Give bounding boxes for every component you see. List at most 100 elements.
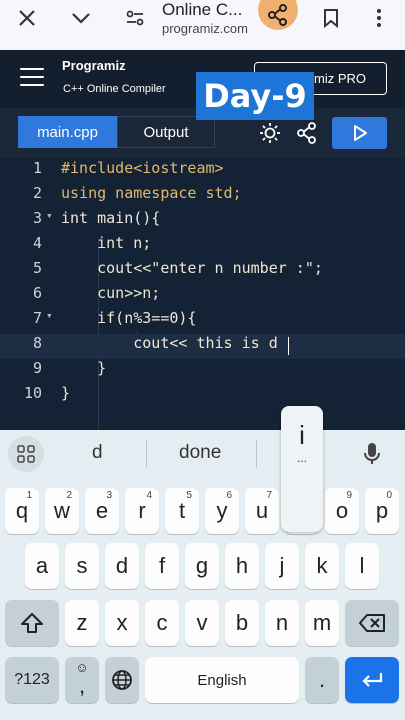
key-d[interactable]: d xyxy=(105,543,139,589)
divider xyxy=(146,440,147,468)
share-icon[interactable] xyxy=(258,0,298,30)
line-number: 7 xyxy=(32,309,42,327)
space-bar[interactable]: English xyxy=(145,657,299,703)
period-key[interactable]: . xyxy=(305,657,339,703)
line-number: 9 xyxy=(32,359,42,377)
tab-output[interactable]: Output xyxy=(117,116,215,148)
fold-icon[interactable]: ▾ xyxy=(46,209,53,222)
shift-icon xyxy=(21,613,43,633)
apps-grid-icon[interactable] xyxy=(8,436,44,472)
symbols-key[interactable]: ?123 xyxy=(5,657,59,703)
key-a[interactable]: a xyxy=(25,543,59,589)
key-hint: 3 xyxy=(106,490,112,501)
key-hint: 0 xyxy=(386,490,392,501)
enter-key[interactable] xyxy=(345,657,399,703)
run-button[interactable] xyxy=(332,117,387,149)
key-s[interactable]: s xyxy=(65,543,99,589)
key-q[interactable]: 1q xyxy=(5,488,39,534)
key-e[interactable]: 3e xyxy=(85,488,119,534)
code-line-active: 8 cout<< this is d xyxy=(0,334,405,359)
share-code-icon[interactable] xyxy=(292,117,322,149)
key-t[interactable]: 5t xyxy=(165,488,199,534)
language-key[interactable] xyxy=(105,657,139,703)
code-editor[interactable]: 1 #include<iostream> 2 using namespace s… xyxy=(0,158,405,458)
key-m[interactable]: m xyxy=(305,600,339,646)
day-badge: Day-9 xyxy=(196,72,314,120)
line-number: 10 xyxy=(23,384,42,402)
code-text: cun>>n; xyxy=(61,284,161,302)
code-line: 4 int n; xyxy=(0,234,405,259)
key-c[interactable]: c xyxy=(145,600,179,646)
line-number: 2 xyxy=(32,184,42,202)
key-hint: 4 xyxy=(146,490,152,501)
key-y[interactable]: 6y xyxy=(205,488,239,534)
key-n[interactable]: n xyxy=(265,600,299,646)
code-text: } xyxy=(61,384,71,402)
tab-main-cpp[interactable]: main.cpp xyxy=(18,116,117,148)
key-x[interactable]: x xyxy=(105,600,139,646)
line-number: 8 xyxy=(32,334,42,352)
comma-key[interactable]: ☺ , xyxy=(65,657,99,703)
theme-toggle-icon[interactable] xyxy=(255,117,285,149)
site-settings-icon[interactable] xyxy=(117,0,153,36)
key-label: q xyxy=(15,498,29,523)
menu-icon[interactable] xyxy=(20,68,44,86)
key-hint: 7 xyxy=(266,490,272,501)
key-g[interactable]: g xyxy=(185,543,219,589)
shift-key[interactable] xyxy=(5,600,59,646)
popup-more: ... xyxy=(296,451,307,465)
key-label: t xyxy=(178,498,186,523)
close-icon[interactable] xyxy=(9,0,45,36)
suggestion-strip: d done xyxy=(0,430,405,478)
line-number: 3 xyxy=(32,209,42,227)
logo[interactable]: Programiz xyxy=(62,58,126,73)
key-hint: 9 xyxy=(346,490,352,501)
play-icon xyxy=(353,125,367,141)
key-h[interactable]: h xyxy=(225,543,259,589)
key-v[interactable]: v xyxy=(185,600,219,646)
code-line: 5 cout<<"enter n number :"; xyxy=(0,259,405,284)
key-label: o xyxy=(335,498,349,523)
code-text: } xyxy=(61,359,107,377)
code-line: 10 } xyxy=(0,384,405,409)
code-line: 9 } xyxy=(0,359,405,384)
key-label: r xyxy=(138,498,146,523)
key-u[interactable]: 7u xyxy=(245,488,279,534)
key-label: , xyxy=(78,673,86,698)
address-bar[interactable]: Online C... programiz.com xyxy=(162,0,248,35)
mic-icon[interactable] xyxy=(363,442,381,471)
key-press-popup: i ... xyxy=(281,406,323,532)
key-p[interactable]: 0p xyxy=(365,488,399,534)
fold-icon[interactable]: ▾ xyxy=(46,309,53,322)
key-hint: 1 xyxy=(26,490,32,501)
key-l[interactable]: l xyxy=(345,543,379,589)
chevron-down-icon[interactable] xyxy=(63,0,99,36)
key-f[interactable]: f xyxy=(145,543,179,589)
code-line: 2 using namespace std; xyxy=(0,184,405,209)
key-label: u xyxy=(255,498,269,523)
key-r[interactable]: 4r xyxy=(125,488,159,534)
key-hint: 5 xyxy=(186,490,192,501)
popup-char: i xyxy=(299,420,305,450)
key-label: y xyxy=(216,498,228,523)
page-domain: programiz.com xyxy=(162,21,248,36)
key-w[interactable]: 2w xyxy=(45,488,79,534)
code-text: using namespace std; xyxy=(61,184,242,202)
emoji-icon: ☺ xyxy=(75,660,89,675)
key-b[interactable]: b xyxy=(225,600,259,646)
browser-toolbar: Online C... programiz.com xyxy=(0,0,405,50)
line-number: 4 xyxy=(32,234,42,252)
code-text: if(n%3==0){ xyxy=(61,309,197,327)
suggestion-1[interactable]: d xyxy=(92,442,103,464)
more-vert-icon[interactable] xyxy=(361,0,397,36)
key-label: e xyxy=(95,498,109,523)
key-z[interactable]: z xyxy=(65,600,99,646)
key-hint: 6 xyxy=(226,490,232,501)
bookmark-icon[interactable] xyxy=(313,0,349,36)
suggestion-2[interactable]: done xyxy=(179,442,221,464)
key-o[interactable]: 9o xyxy=(325,488,359,534)
key-k[interactable]: k xyxy=(305,543,339,589)
globe-icon xyxy=(112,670,132,690)
backspace-key[interactable] xyxy=(345,600,399,646)
key-j[interactable]: j xyxy=(265,543,299,589)
